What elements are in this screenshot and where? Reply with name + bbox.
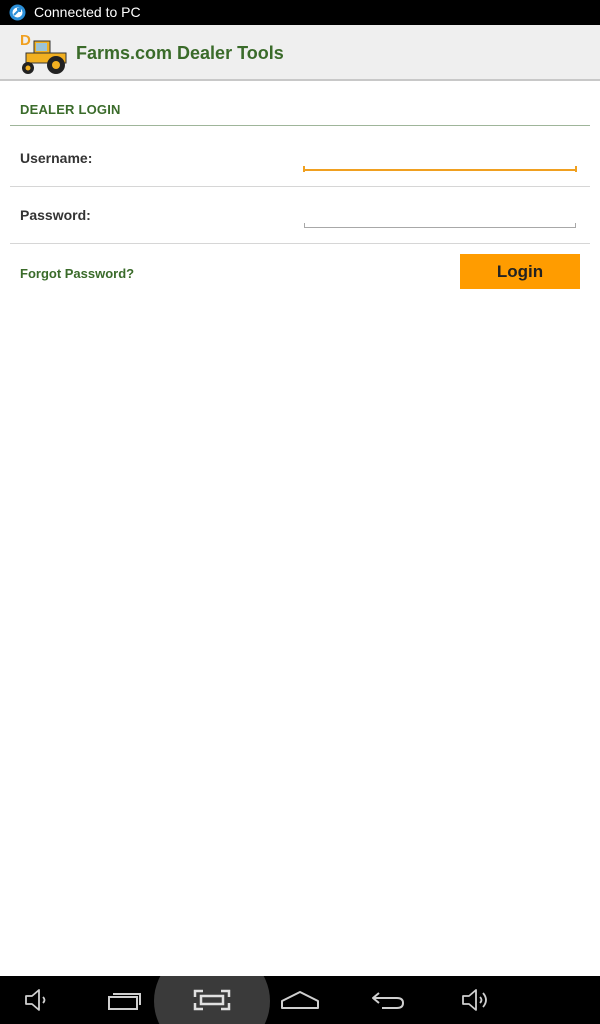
password-input[interactable] xyxy=(304,202,576,228)
usb-connected-icon xyxy=(9,4,26,21)
home-icon[interactable] xyxy=(270,976,330,1024)
app-title: Farms.com Dealer Tools xyxy=(76,43,284,63)
forgot-password-link[interactable]: Forgot Password? xyxy=(20,266,134,281)
app-icon-letter: D xyxy=(20,32,31,49)
password-label: Password: xyxy=(20,207,91,223)
status-bar: Connected to PC xyxy=(0,0,600,25)
screen: Connected to PC D Farms.com Dealer Tools… xyxy=(0,0,600,1024)
username-input-edge xyxy=(575,166,577,172)
status-notification-text: Connected to PC xyxy=(34,4,141,20)
screenshot-icon[interactable] xyxy=(182,976,242,1024)
username-label: Username: xyxy=(20,150,93,166)
section-divider xyxy=(10,125,590,126)
action-bar: D Farms.com Dealer Tools xyxy=(0,25,600,81)
section-header: DEALER LOGIN xyxy=(20,102,121,117)
login-button[interactable]: Login xyxy=(460,254,580,289)
username-input-edge xyxy=(303,166,305,172)
volume-up-icon[interactable] xyxy=(446,976,506,1024)
username-input[interactable] xyxy=(304,145,576,171)
navigation-bar xyxy=(0,976,600,1024)
row-divider xyxy=(10,243,590,244)
volume-down-icon[interactable] xyxy=(8,976,68,1024)
password-input-edge xyxy=(575,223,576,228)
recent-apps-icon[interactable] xyxy=(95,976,155,1024)
password-input-edge xyxy=(304,223,305,228)
back-icon[interactable] xyxy=(358,976,418,1024)
tractor-logo-icon[interactable]: D xyxy=(18,31,68,75)
row-divider xyxy=(10,186,590,187)
